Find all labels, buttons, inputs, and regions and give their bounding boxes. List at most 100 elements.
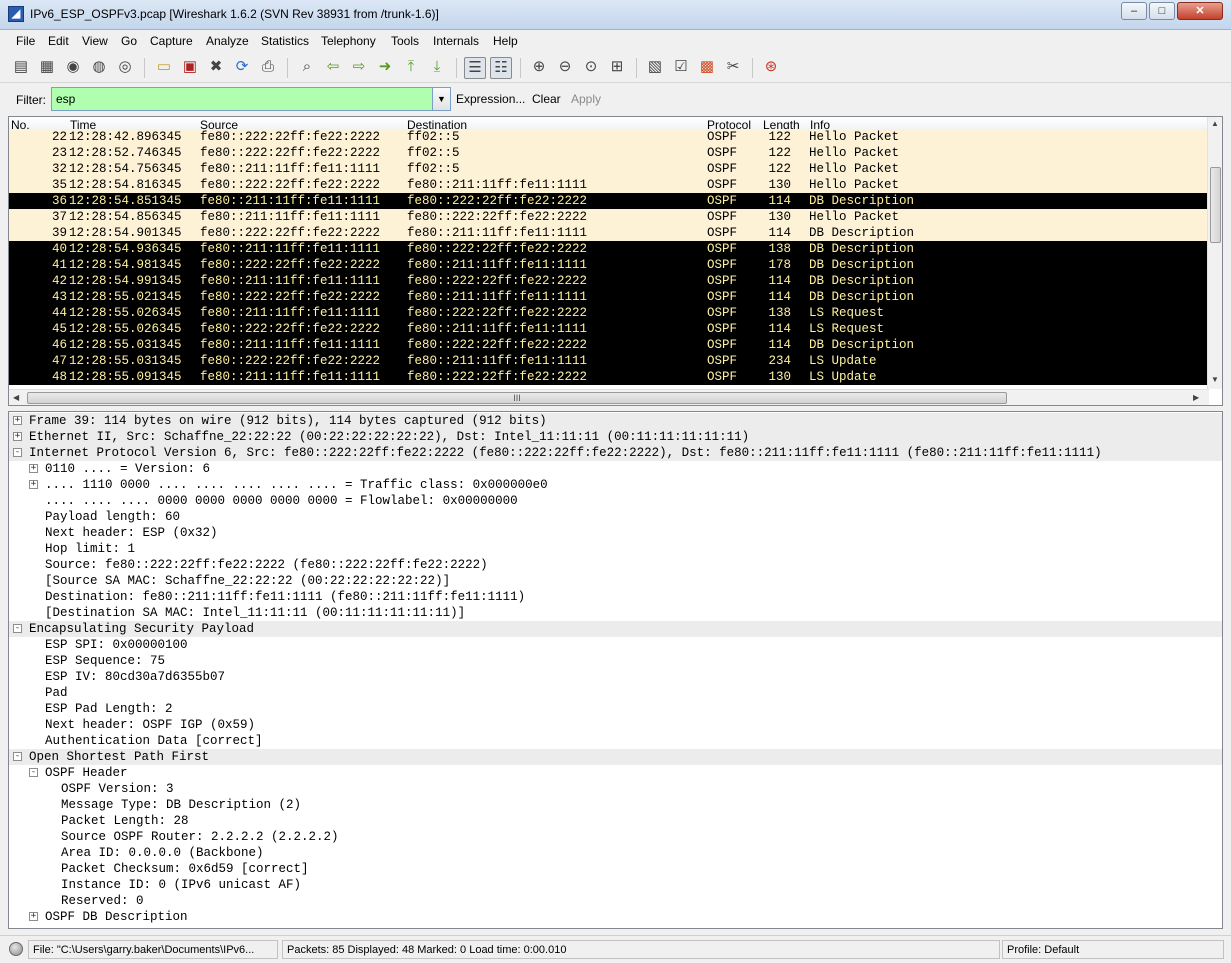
colorize-icon[interactable]: ☰ <box>464 57 486 79</box>
protocol-tree-field[interactable]: Message Type: DB Description (2) <box>9 797 1222 813</box>
auto-scroll-icon[interactable]: ☷ <box>490 57 512 79</box>
expert-info-indicator-icon[interactable] <box>9 942 23 956</box>
expand-icon[interactable]: + <box>29 480 38 489</box>
protocol-tree-field[interactable]: Packet Length: 28 <box>9 813 1222 829</box>
packet-row[interactable]: 45 12:28:55.026345 fe80::222:22ff:fe22:222… <box>9 321 1209 337</box>
menu-edit[interactable]: Edit <box>48 34 69 48</box>
protocol-tree-field[interactable]: + OSPF DB Description <box>9 909 1222 925</box>
scroll-right-icon[interactable]: ▶ <box>1193 393 1199 402</box>
help-icon[interactable]: ⊛ <box>760 57 782 79</box>
packet-list-vertical-scrollbar[interactable]: ▲ ▼ <box>1207 117 1222 389</box>
protocol-tree-section[interactable]: + Ethernet II, Src: Schaffne_22:22:22 (00… <box>9 429 1222 445</box>
normal-size-icon[interactable]: ⊙ <box>580 57 602 79</box>
protocol-tree-field[interactable]: Area ID: 0.0.0.0 (Backbone) <box>9 845 1222 861</box>
expand-icon[interactable]: + <box>13 432 22 441</box>
protocol-tree-field[interactable]: Next header: OSPF IGP (0x59) <box>9 717 1222 733</box>
menu-file[interactable]: File <box>16 34 35 48</box>
expand-icon[interactable]: + <box>13 416 22 425</box>
protocol-tree-field[interactable]: OSPF Version: 3 <box>9 781 1222 797</box>
protocol-tree-field[interactable]: [Destination SA MAC: Intel_11:11:11 (00:… <box>9 605 1222 621</box>
packet-row[interactable]: 42 12:28:54.991345 fe80::211:11ff:fe11:111… <box>9 273 1209 289</box>
zoom-out-icon[interactable]: ⊖ <box>554 57 576 79</box>
menu-telephony[interactable]: Telephony <box>321 34 376 48</box>
protocol-tree-field[interactable]: + .... 1110 0000 .... .... .... .... ....… <box>9 477 1222 493</box>
save-file-icon[interactable]: ▣ <box>179 57 201 79</box>
menu-capture[interactable]: Capture <box>150 34 193 48</box>
menu-help[interactable]: Help <box>493 34 518 48</box>
vertical-scroll-thumb[interactable] <box>1210 167 1221 243</box>
protocol-tree-field[interactable]: Hop limit: 1 <box>9 541 1222 557</box>
preferences-icon[interactable]: ✂ <box>722 57 744 79</box>
go-last-icon[interactable]: ⤓ <box>426 57 448 79</box>
status-profile[interactable]: Profile: Default <box>1002 940 1224 959</box>
packet-row[interactable]: 35 12:28:54.816345 fe80::222:22ff:fe22:222… <box>9 177 1209 193</box>
go-first-icon[interactable]: ⤒ <box>400 57 422 79</box>
packet-row[interactable]: 32 12:28:54.756345 fe80::211:11ff:fe11:111… <box>9 161 1209 177</box>
zoom-in-icon[interactable]: ⊕ <box>528 57 550 79</box>
clear-filter-button[interactable]: Clear <box>532 92 561 106</box>
protocol-tree-field[interactable]: ESP SPI: 0x00000100 <box>9 637 1222 653</box>
protocol-tree-field[interactable]: +0110 .... = Version: 6 <box>9 461 1222 477</box>
reload-icon[interactable]: ⟳ <box>231 57 253 79</box>
horizontal-scroll-thumb[interactable]: III <box>27 392 1007 404</box>
print-icon[interactable]: ⎙ <box>257 57 279 79</box>
packet-row[interactable]: 23 12:28:52.746345 fe80::222:22ff:fe22:222… <box>9 145 1209 161</box>
protocol-tree-section[interactable]: - Internet Protocol Version 6, Src: fe80:… <box>9 445 1222 461</box>
collapse-icon[interactable]: - <box>13 752 22 761</box>
protocol-tree-field[interactable]: .... .... .... 0000 0000 0000 0000 0000 … <box>9 493 1222 509</box>
packet-row[interactable]: 37 12:28:54.856345 fe80::211:11ff:fe11:111… <box>9 209 1209 225</box>
menu-analyze[interactable]: Analyze <box>206 34 249 48</box>
expand-icon[interactable]: + <box>29 464 38 473</box>
packet-row[interactable]: 36 12:28:54.851345 fe80::211:11ff:fe11:111… <box>9 193 1209 209</box>
packet-row[interactable]: 39 12:28:54.901345 fe80::222:22ff:fe22:222… <box>9 225 1209 241</box>
packet-details-tree[interactable]: + Frame 39: 114 bytes on wire (912 bits),… <box>8 411 1223 929</box>
collapse-icon[interactable]: - <box>13 624 22 633</box>
packet-row[interactable]: 44 12:28:55.026345 fe80::211:11ff:fe11:111… <box>9 305 1209 321</box>
protocol-tree-field[interactable]: Packet Checksum: 0x6d59 [correct] <box>9 861 1222 877</box>
protocol-tree-field[interactable]: Payload length: 60 <box>9 509 1222 525</box>
protocol-tree-field[interactable]: Reserved: 0 <box>9 893 1222 909</box>
protocol-tree-field[interactable]: Pad <box>9 685 1222 701</box>
protocol-tree-field[interactable]: ESP Sequence: 75 <box>9 653 1222 669</box>
interface-list-icon[interactable]: ▤ <box>10 57 32 79</box>
menu-tools[interactable]: Tools <box>391 34 419 48</box>
find-packet-icon[interactable]: ⌕ <box>296 57 318 79</box>
protocol-tree-field[interactable]: - OSPF Header <box>9 765 1222 781</box>
display-filter-input[interactable]: esp <box>51 87 433 111</box>
capture-filters-icon[interactable]: ▧ <box>644 57 666 79</box>
packet-list-horizontal-scrollbar[interactable]: ◀ III ▶ <box>9 389 1209 405</box>
close-window-button[interactable]: ✕ <box>1177 2 1223 20</box>
menu-go[interactable]: Go <box>121 34 137 48</box>
restart-capture-icon[interactable]: ◎ <box>114 57 136 79</box>
expand-icon[interactable]: + <box>29 912 38 921</box>
apply-filter-button[interactable]: Apply <box>571 92 601 106</box>
scroll-left-icon[interactable]: ◀ <box>13 393 19 402</box>
menu-internals[interactable]: Internals <box>433 34 479 48</box>
capture-options-icon[interactable]: ▦ <box>36 57 58 79</box>
coloring-rules-icon[interactable]: ▩ <box>696 57 718 79</box>
go-forward-icon[interactable]: ⇨ <box>348 57 370 79</box>
maximize-button[interactable]: □ <box>1149 2 1175 20</box>
protocol-tree-field[interactable]: ESP Pad Length: 2 <box>9 701 1222 717</box>
close-file-icon[interactable]: ✖ <box>205 57 227 79</box>
protocol-tree-section[interactable]: + Frame 39: 114 bytes on wire (912 bits),… <box>9 413 1222 429</box>
packet-row[interactable]: 43 12:28:55.021345 fe80::222:22ff:fe22:222… <box>9 289 1209 305</box>
menu-view[interactable]: View <box>82 34 108 48</box>
protocol-tree-section[interactable]: - Encapsulating Security Payload <box>9 621 1222 637</box>
packet-row[interactable]: 41 12:28:54.981345 fe80::222:22ff:fe22:222… <box>9 257 1209 273</box>
packet-row[interactable]: 22 12:28:42.896345 fe80::222:22ff:fe22:222… <box>9 129 1209 145</box>
packet-list[interactable]: No. Time Source Destination Protocol Len… <box>8 116 1223 406</box>
protocol-tree-field[interactable]: Source: fe80::222:22ff:fe22:2222 (fe80::… <box>9 557 1222 573</box>
packet-row[interactable]: 48 12:28:55.091345 fe80::211:11ff:fe11:111… <box>9 369 1209 385</box>
collapse-icon[interactable]: - <box>13 448 22 457</box>
open-file-icon[interactable]: ▭ <box>153 57 175 79</box>
protocol-tree-field[interactable]: Next header: ESP (0x32) <box>9 525 1222 541</box>
minimize-button[interactable]: – <box>1121 2 1147 20</box>
protocol-tree-field[interactable]: Instance ID: 0 (IPv6 unicast AF) <box>9 877 1222 893</box>
resize-columns-icon[interactable]: ⊞ <box>606 57 628 79</box>
go-back-icon[interactable]: ⇦ <box>322 57 344 79</box>
filter-dropdown-button[interactable]: ▼ <box>432 87 451 111</box>
packet-row[interactable]: 46 12:28:55.031345 fe80::211:11ff:fe11:111… <box>9 337 1209 353</box>
scroll-down-icon[interactable]: ▼ <box>1211 375 1219 384</box>
protocol-tree-field[interactable]: [Source SA MAC: Schaffne_22:22:22 (00:22… <box>9 573 1222 589</box>
